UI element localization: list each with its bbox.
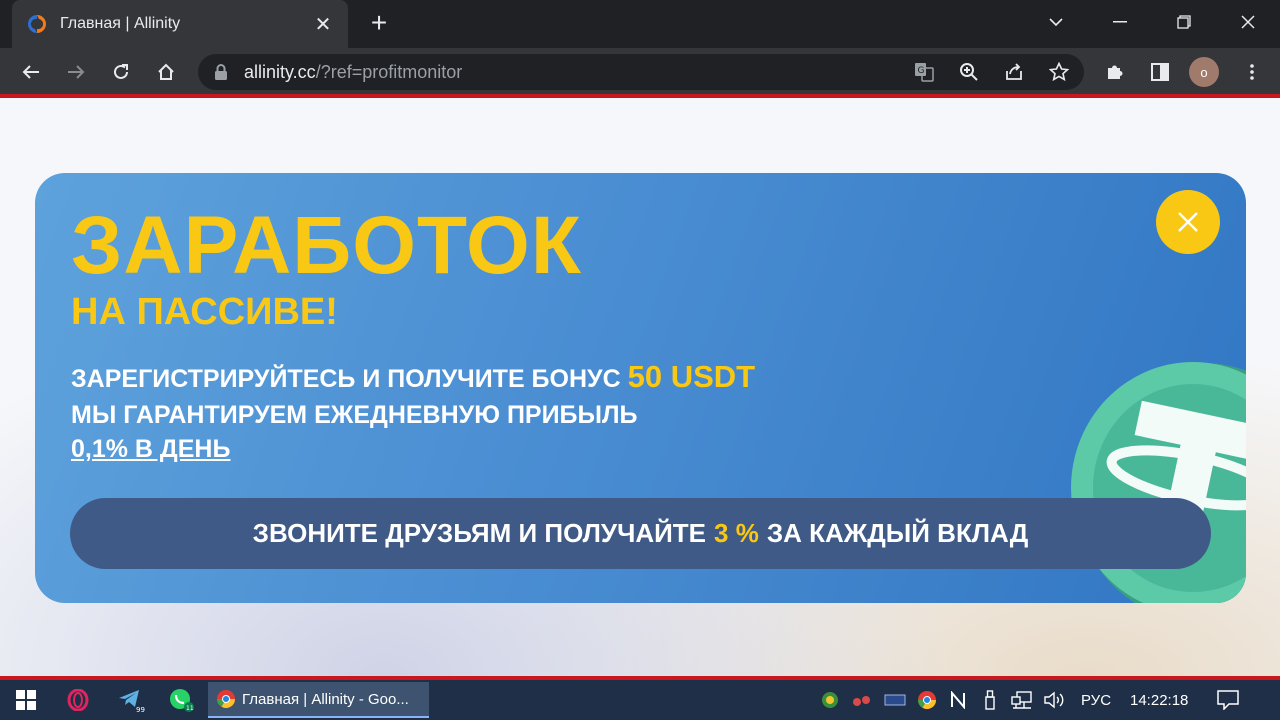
allinity-logo-icon: [28, 15, 46, 33]
windows-start-icon[interactable]: [8, 680, 44, 720]
volume-icon[interactable]: [1040, 680, 1068, 720]
side-panel-icon[interactable]: [1144, 56, 1176, 88]
cta-text-before: ЗВОНИТЕ ДРУЗЬЯМ И ПОЛУЧАЙТЕ: [252, 518, 707, 548]
extensions-puzzle-icon[interactable]: [1099, 56, 1131, 88]
browser-tab-active[interactable]: Главная | Allinity ✕: [12, 0, 348, 48]
lock-icon[interactable]: [214, 64, 228, 80]
taskbar-app-label: Главная | Allinity - Goo...: [242, 690, 409, 708]
windows-taskbar: 99 11 Главная | Allinity - Goo... РУС 14…: [0, 680, 1280, 720]
usb-icon[interactable]: [978, 680, 1002, 720]
tab-title: Главная | Allinity: [60, 15, 181, 32]
telegram-icon[interactable]: 99: [112, 680, 152, 720]
cta-percent: 3 %: [714, 518, 759, 548]
bonus-text: ЗАРЕГИСТРИРУЙТЕСЬ И ПОЛУЧИТЕ БОНУС: [71, 365, 621, 393]
clock[interactable]: 14:22:18: [1130, 680, 1188, 720]
profile-avatar[interactable]: о: [1189, 57, 1219, 87]
close-window-button[interactable]: [1216, 0, 1280, 44]
minimize-button[interactable]: [1088, 0, 1152, 44]
home-icon[interactable]: [150, 56, 182, 88]
invite-friends-button[interactable]: ЗВОНИТЕ ДРУЗЬЯМ И ПОЛУЧАЙТЕ 3 % ЗА КАЖДЫ…: [70, 498, 1211, 569]
back-arrow-icon[interactable]: [15, 56, 47, 88]
chrome-icon: [217, 690, 235, 709]
restore-button[interactable]: [1152, 0, 1216, 44]
whatsapp-icon[interactable]: 11: [162, 680, 202, 720]
daily-rate-link[interactable]: 0,1% В ДЕНЬ: [71, 435, 230, 464]
browser-toolbar: allinity.cc/?ref=profitmonitor G о: [0, 48, 1280, 96]
tab-search-chevron-icon[interactable]: [1024, 0, 1088, 44]
tab-close-icon[interactable]: ✕: [312, 12, 334, 37]
close-icon: [1178, 212, 1198, 232]
bonus-amount: 50 USDT: [627, 359, 756, 394]
cta-text-after: ЗА КАЖДЫЙ ВКЛАД: [766, 518, 1029, 548]
tray-network-app-icon[interactable]: [848, 680, 876, 720]
new-tab-button[interactable]: +: [364, 8, 394, 38]
notifications-icon[interactable]: [1210, 680, 1246, 720]
tray-app-icon[interactable]: [816, 680, 844, 720]
share-icon[interactable]: [998, 56, 1030, 88]
reload-icon[interactable]: [105, 56, 137, 88]
tab-strip: Главная | Allinity ✕ +: [0, 0, 1280, 48]
tray-monitor-icon[interactable]: [880, 680, 910, 720]
zoom-icon[interactable]: [953, 56, 985, 88]
telegram-badge: 99: [136, 706, 145, 713]
url-path: /?ref=profitmonitor: [315, 61, 463, 82]
banner-subtitle: НА ПАССИВЕ!: [71, 291, 338, 333]
whatsapp-badge: 11: [186, 705, 194, 712]
banner-bonus-line: ЗАРЕГИСТРИРУЙТЕСЬ И ПОЛУЧИТЕ БОНУС 50 US…: [71, 359, 755, 395]
network-icon[interactable]: [1008, 680, 1036, 720]
url-host: allinity.cc: [244, 61, 316, 82]
language-indicator[interactable]: РУС: [1081, 680, 1111, 720]
menu-kebab-icon[interactable]: [1236, 56, 1268, 88]
address-bar[interactable]: allinity.cc/?ref=profitmonitor G: [198, 54, 1084, 90]
banner-title: ЗАРАБОТОК: [71, 200, 582, 291]
bookmark-star-icon[interactable]: [1043, 56, 1075, 88]
svg-text:G: G: [918, 66, 925, 76]
banner-profit-line: МЫ ГАРАНТИРУЕМ ЕЖЕДНЕВНУЮ ПРИБЫЛЬ: [71, 401, 638, 429]
opera-icon[interactable]: [58, 680, 98, 720]
tray-chrome-icon[interactable]: [912, 680, 942, 720]
translate-icon[interactable]: G: [908, 56, 940, 88]
promo-banner: ЗАРАБОТОК НА ПАССИВЕ! ЗАРЕГИСТРИРУЙТЕСЬ …: [35, 173, 1246, 603]
tray-n-icon[interactable]: [944, 680, 972, 720]
banner-close-button[interactable]: [1156, 190, 1220, 254]
taskbar-chrome-app[interactable]: Главная | Allinity - Goo...: [208, 682, 429, 718]
page-content: ЗАРАБОТОК НА ПАССИВЕ! ЗАРЕГИСТРИРУЙТЕСЬ …: [0, 98, 1280, 678]
forward-arrow-icon[interactable]: [60, 56, 92, 88]
